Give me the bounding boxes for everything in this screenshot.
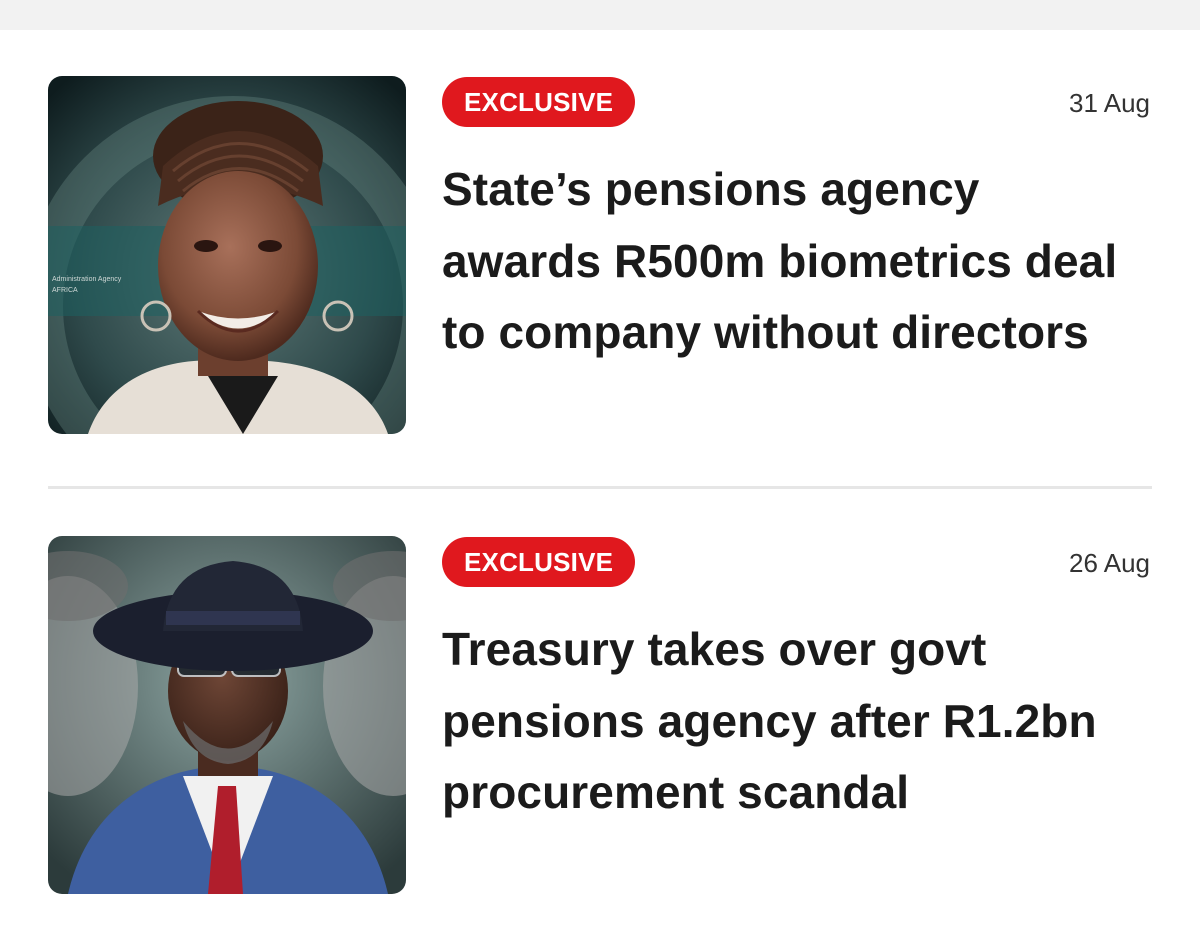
- image-caption-line1: Administration Agency: [52, 276, 122, 283]
- article-headline[interactable]: Treasury takes over govt pensions agency…: [442, 614, 1142, 829]
- article-date: 26 Aug: [1069, 548, 1150, 578]
- article-headline[interactable]: State’s pensions agency awards R500m bio…: [442, 154, 1142, 369]
- top-strip: [0, 0, 1200, 30]
- image-caption-line2: AFRICA: [52, 287, 78, 294]
- exclusive-badge: EXCLUSIVE: [442, 537, 636, 587]
- article-date: 31 Aug: [1069, 88, 1150, 118]
- article-card[interactable]: EXCLUSIVE 26 Aug Treasury takes over gov…: [48, 536, 1152, 896]
- exclusive-badge: EXCLUSIVE: [442, 77, 636, 127]
- article-thumbnail[interactable]: [48, 536, 406, 894]
- article-card[interactable]: Administration Agency AFRICA EXCLUSIVE 3…: [48, 76, 1152, 436]
- article-thumbnail[interactable]: Administration Agency AFRICA: [48, 76, 406, 434]
- article-divider: [48, 486, 1152, 489]
